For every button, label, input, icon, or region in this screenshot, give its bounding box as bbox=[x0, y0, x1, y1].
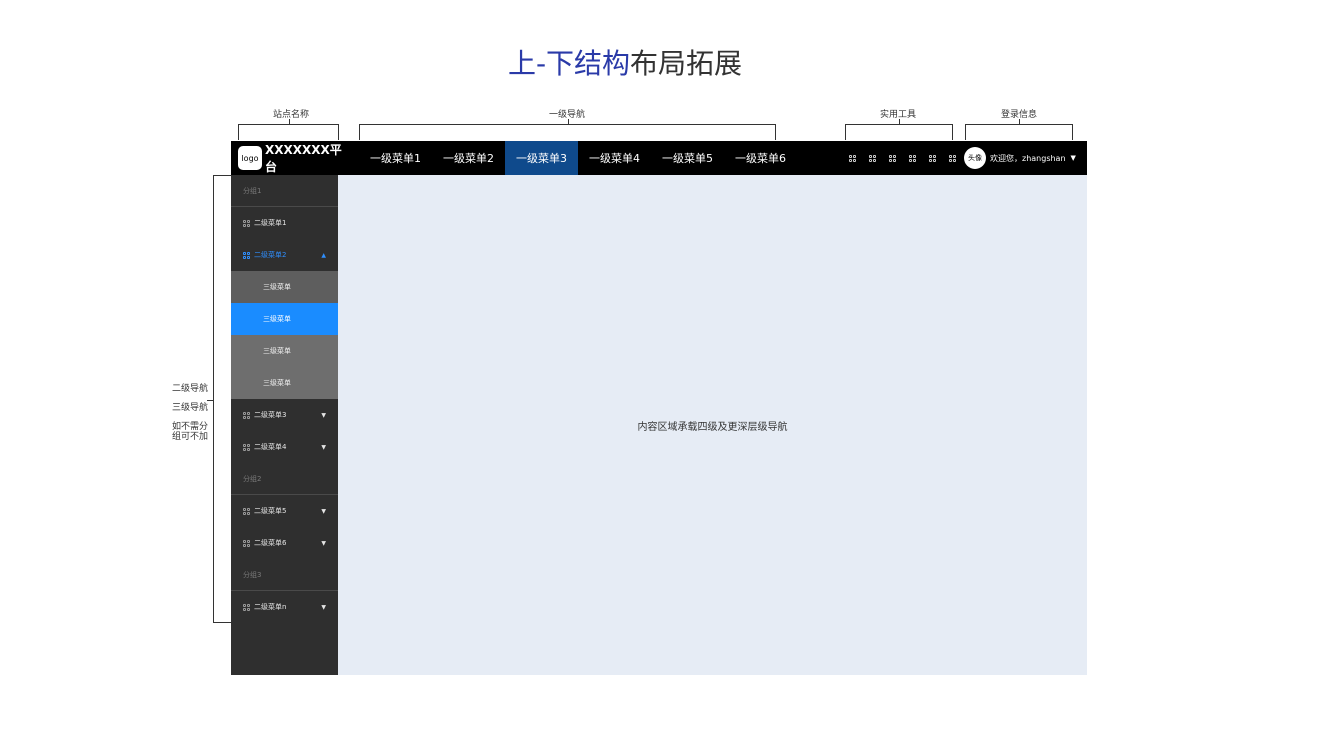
caret-down-icon[interactable]: ▼ bbox=[1071, 154, 1076, 162]
submenu-item-4[interactable]: 三级菜单 bbox=[231, 367, 338, 399]
submenu-item-3[interactable]: 三级菜单 bbox=[231, 335, 338, 367]
site-name[interactable]: XXXXXXX平台 bbox=[265, 141, 347, 175]
avatar[interactable]: 头像 bbox=[964, 147, 986, 169]
nav-item-6[interactable]: 一级菜单6 bbox=[724, 141, 797, 175]
sidebar-menu-4[interactable]: 二级菜单4 ▼ bbox=[231, 431, 338, 463]
submenu-item-2-active[interactable]: 三级菜单 bbox=[231, 303, 338, 335]
grid-icon bbox=[243, 539, 250, 547]
bracket-login-info bbox=[965, 119, 1073, 140]
annotation-group-note-2: 组可不加 bbox=[172, 432, 209, 442]
annotation-secondary-nav: 二级导航 bbox=[172, 384, 209, 394]
grid-icon bbox=[243, 219, 250, 227]
grid-icon bbox=[243, 251, 250, 259]
grid-icon bbox=[908, 154, 916, 162]
annotation-tertiary-nav: 三级导航 bbox=[172, 403, 209, 413]
tool-button-3[interactable] bbox=[882, 141, 902, 175]
grid-icon bbox=[928, 154, 936, 162]
top-navbar: logo XXXXXXX平台 一级菜单1 一级菜单2 一级菜单3 一级菜单4 一… bbox=[231, 141, 1087, 175]
tool-button-2[interactable] bbox=[862, 141, 882, 175]
content-area: 内容区域承载四级及更深层级导航 bbox=[338, 175, 1087, 675]
sidebar-menu-n-label: 二级菜单n bbox=[254, 603, 287, 611]
primary-nav: 一级菜单1 一级菜单2 一级菜单3 一级菜单4 一级菜单5 一级菜单6 bbox=[359, 141, 797, 175]
tool-button-5[interactable] bbox=[922, 141, 942, 175]
bracket-side-nav bbox=[207, 175, 231, 623]
tool-button-1[interactable] bbox=[842, 141, 862, 175]
user-menu[interactable]: 头像 欢迎您，zhangshan ▼ bbox=[964, 141, 1076, 175]
sidebar-menu-3-label: 二级菜单3 bbox=[254, 411, 287, 419]
annotation-site-name: 站点名称 bbox=[272, 110, 309, 120]
submenu-item-1[interactable]: 三级菜单 bbox=[231, 271, 338, 303]
bracket-tools bbox=[845, 119, 953, 140]
grid-icon bbox=[848, 154, 856, 162]
nav-item-1[interactable]: 一级菜单1 bbox=[359, 141, 432, 175]
sidebar-menu-1[interactable]: 二级菜单1 bbox=[231, 207, 338, 239]
sidebar-menu-1-label: 二级菜单1 bbox=[254, 219, 287, 227]
group-label-1: 分组1 bbox=[231, 175, 338, 207]
sidebar: 分组1 二级菜单1 二级菜单2 ▲ 三级菜单 三级菜单 三级菜单 三级菜单 二级… bbox=[231, 175, 338, 675]
sidebar-menu-6[interactable]: 二级菜单6 ▼ bbox=[231, 527, 338, 559]
sidebar-menu-6-label: 二级菜单6 bbox=[254, 539, 287, 547]
group-label-2: 分组2 bbox=[231, 463, 338, 495]
sidebar-menu-n[interactable]: 二级菜单n ▼ bbox=[231, 591, 338, 623]
sidebar-menu-3[interactable]: 二级菜单3 ▼ bbox=[231, 399, 338, 431]
page-title: 上-下结构布局拓展 bbox=[507, 47, 743, 80]
nav-item-2[interactable]: 一级菜单2 bbox=[432, 141, 505, 175]
logo[interactable]: logo bbox=[238, 146, 262, 170]
sidebar-menu-2-label: 二级菜单2 bbox=[254, 251, 287, 259]
group-label-3: 分组3 bbox=[231, 559, 338, 591]
caret-up-icon: ▲ bbox=[321, 251, 326, 259]
caret-down-icon: ▼ bbox=[321, 539, 326, 547]
grid-icon bbox=[868, 154, 876, 162]
grid-icon bbox=[243, 603, 250, 611]
caret-down-icon: ▼ bbox=[321, 443, 326, 451]
caret-down-icon: ▼ bbox=[321, 603, 326, 611]
sidebar-menu-5-label: 二级菜单5 bbox=[254, 507, 287, 515]
caret-down-icon: ▼ bbox=[321, 507, 326, 515]
tool-button-6[interactable] bbox=[942, 141, 962, 175]
grid-icon bbox=[243, 443, 250, 451]
annotation-tools: 实用工具 bbox=[879, 110, 916, 120]
sidebar-menu-4-label: 二级菜单4 bbox=[254, 443, 287, 451]
nav-item-5[interactable]: 一级菜单5 bbox=[651, 141, 724, 175]
bracket-primary-nav bbox=[359, 119, 776, 140]
tool-icons bbox=[842, 141, 962, 175]
grid-icon bbox=[243, 507, 250, 515]
caret-down-icon: ▼ bbox=[321, 411, 326, 419]
content-text: 内容区域承载四级及更深层级导航 bbox=[637, 421, 788, 433]
bracket-site-name bbox=[238, 119, 339, 140]
nav-item-3-active[interactable]: 一级菜单3 bbox=[505, 141, 578, 175]
sidebar-menu-2-open[interactable]: 二级菜单2 ▲ bbox=[231, 239, 338, 271]
sidebar-menu-5[interactable]: 二级菜单5 ▼ bbox=[231, 495, 338, 527]
nav-item-4[interactable]: 一级菜单4 bbox=[578, 141, 651, 175]
grid-icon bbox=[888, 154, 896, 162]
grid-icon bbox=[243, 411, 250, 419]
grid-icon bbox=[948, 154, 956, 162]
welcome-text[interactable]: 欢迎您，zhangshan bbox=[990, 153, 1066, 164]
tool-button-4[interactable] bbox=[902, 141, 922, 175]
